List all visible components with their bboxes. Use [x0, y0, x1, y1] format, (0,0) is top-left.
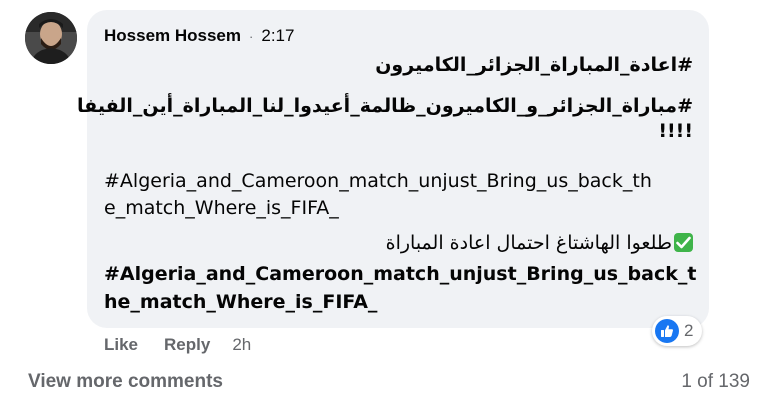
comments-pager: 1 of 139 [681, 371, 750, 392]
hashtag-english-1-line-1[interactable]: #Algeria_and_Cameroon_match_unjust_Bring… [104, 170, 652, 192]
check-mark-icon [674, 233, 693, 252]
reaction-count: 2 [684, 321, 694, 340]
comment: Hossem Hossem · 2:17 #اعادة_المباراة_الج… [0, 0, 768, 406]
comments-footer: View more comments 1 of 139 [28, 371, 750, 393]
hashtag-arabic-2-end: !!!! [658, 120, 693, 142]
reply-button[interactable]: Reply [164, 335, 210, 355]
hashtag-english-1-line-2[interactable]: e_match_Where_is_FIFA_ [104, 197, 339, 219]
comment-time[interactable]: 2:17 [261, 26, 294, 46]
avatar-photo [25, 12, 77, 64]
view-more-comments-link[interactable]: View more comments [28, 371, 223, 393]
hashtag-arabic-2[interactable]: #مباراة_الجزائر_و_الكاميرون_ظالمة_أعيدوا… [77, 95, 693, 117]
hashtag-english-2-line-2[interactable]: he_match_Where_is_FIFA_ [104, 291, 377, 313]
reactions-summary[interactable]: 2 [652, 316, 703, 346]
avatar[interactable] [25, 12, 77, 64]
author-name[interactable]: Hossem Hossem [104, 26, 241, 46]
hashtag-english-2-line-1[interactable]: #Algeria_and_Cameroon_match_unjust_Bring… [104, 263, 696, 285]
comment-actions: Like Reply 2h [104, 335, 251, 355]
like-button[interactable]: Like [104, 335, 138, 355]
hashtag-arabic-1[interactable]: #اعادة_المباراة_الجزائر_الكاميرون [375, 54, 693, 76]
arabic-text: طلعوا الهاشتاغ احتمال اعادة المباراة [385, 232, 672, 254]
comment-header: Hossem Hossem · 2:17 [104, 26, 294, 46]
comment-age[interactable]: 2h [232, 335, 251, 355]
arabic-text-line: طلعوا الهاشتاغ احتمال اعادة المباراة [386, 232, 693, 254]
separator-dot: · [249, 28, 254, 44]
like-icon [655, 319, 679, 343]
